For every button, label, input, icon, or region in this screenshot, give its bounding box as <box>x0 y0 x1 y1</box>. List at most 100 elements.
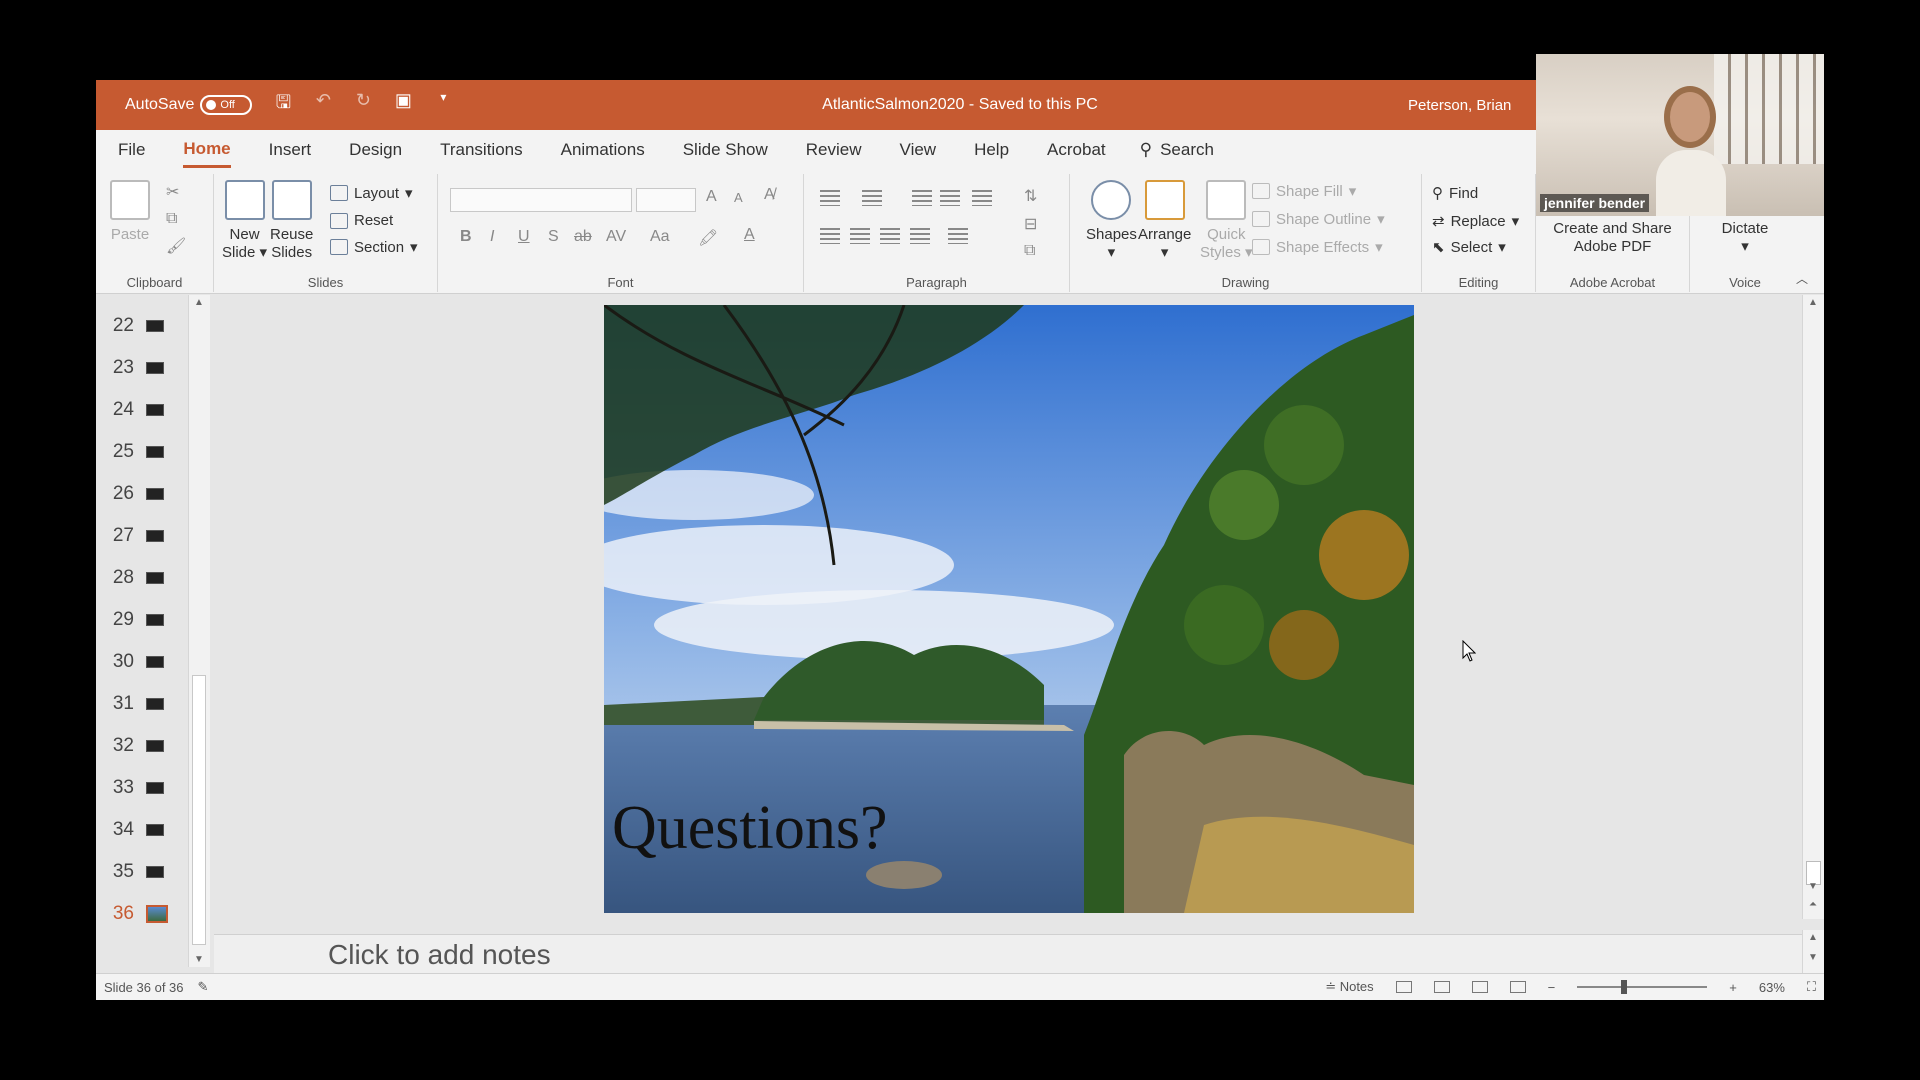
customize-qat-icon[interactable]: ▾ <box>432 90 454 120</box>
align-center-icon[interactable] <box>850 228 870 244</box>
shapes-button[interactable]: Shapes ▾ <box>1086 180 1137 262</box>
new-slide-button[interactable]: New Slide ▾ <box>222 180 267 262</box>
scroll-thumb[interactable] <box>192 675 206 945</box>
tab-view[interactable]: View <box>900 134 937 166</box>
decrease-indent-icon[interactable] <box>912 190 932 206</box>
autosave-toggle[interactable]: Off <box>200 95 253 115</box>
scroll-up-icon[interactable]: ▲ <box>189 297 209 308</box>
zoom-in-icon[interactable]: + <box>1729 980 1737 995</box>
replace-button[interactable]: ⇄ Replace ▾ <box>1432 212 1519 231</box>
tab-transitions[interactable]: Transitions <box>440 134 523 166</box>
reset-button[interactable]: Reset <box>330 212 393 229</box>
notes-scrollbar[interactable]: ▲ ▼ <box>1802 930 1824 974</box>
reuse-slides-button[interactable]: Reuse Slides <box>270 180 313 262</box>
tab-file[interactable]: File <box>118 134 145 166</box>
justify-icon[interactable] <box>910 228 930 244</box>
grow-font-icon[interactable]: A <box>706 188 717 206</box>
align-text-icon[interactable]: ⊟ <box>1024 214 1037 234</box>
increase-indent-icon[interactable] <box>940 190 960 206</box>
slide-title[interactable]: Questions? <box>612 793 888 864</box>
font-size-combo[interactable] <box>636 188 696 212</box>
numbering-icon[interactable] <box>862 190 882 206</box>
strikethrough-button[interactable]: ab <box>574 228 592 246</box>
shape-effects-button[interactable]: Shape Effects ▾ <box>1252 238 1383 256</box>
tab-insert[interactable]: Insert <box>269 134 312 166</box>
line-spacing-icon[interactable] <box>972 190 992 206</box>
normal-view-icon[interactable] <box>1395 981 1412 993</box>
underline-button[interactable]: U <box>518 228 530 246</box>
tab-animations[interactable]: Animations <box>561 134 645 166</box>
scroll-up-icon[interactable]: ▲ <box>1803 297 1823 308</box>
undo-icon[interactable]: ↶ <box>312 90 334 120</box>
columns-icon[interactable] <box>948 228 968 244</box>
shape-outline-icon <box>1252 211 1270 227</box>
clear-formatting-icon[interactable]: A̸ <box>764 186 775 204</box>
align-left-icon[interactable] <box>820 228 840 244</box>
redo-icon[interactable]: ↻ <box>352 90 374 120</box>
align-right-icon[interactable] <box>880 228 900 244</box>
paste-button[interactable]: Paste <box>110 180 150 244</box>
tab-help[interactable]: Help <box>974 134 1009 166</box>
copy-icon[interactable]: ⧉ <box>166 210 177 228</box>
thumbnails-scrollbar[interactable]: ▲ ▼ <box>188 295 210 967</box>
zoom-slider[interactable] <box>1577 980 1708 994</box>
italic-button[interactable]: I <box>490 228 494 246</box>
scroll-down-icon[interactable]: ▼ <box>1803 952 1823 963</box>
fit-to-window-icon[interactable]: ⛶ <box>1807 979 1816 995</box>
tab-slide-show[interactable]: Slide Show <box>683 134 768 166</box>
tab-home[interactable]: Home <box>183 133 231 168</box>
arrange-button[interactable]: Arrange ▾ <box>1138 180 1191 262</box>
character-spacing-button[interactable]: AV <box>606 228 626 246</box>
notes-button[interactable]: ≐ Notes <box>1325 979 1373 995</box>
layout-button[interactable]: Layout ▾ <box>330 184 413 202</box>
zoom-slider-thumb[interactable] <box>1621 980 1628 994</box>
paragraph-group: ⇅ ⊟ ⧉ Paragraph <box>804 174 1070 292</box>
zoom-level[interactable]: 63% <box>1759 980 1785 995</box>
quick-styles-button[interactable]: Quick Styles ▾ <box>1200 180 1253 262</box>
tell-me-search[interactable]: ⚲ Search <box>1140 140 1214 160</box>
current-slide[interactable]: Questions? <box>604 305 1414 913</box>
highlight-icon[interactable]: 🖍 <box>698 228 718 248</box>
slide-scrollbar[interactable]: ▲ ▼ ⏶ <box>1802 295 1824 919</box>
text-direction-icon[interactable]: ⇅ <box>1024 186 1037 206</box>
save-icon[interactable]: 🖫 <box>272 90 294 120</box>
change-case-button[interactable]: Aa <box>650 228 670 246</box>
tab-review[interactable]: Review <box>806 134 862 166</box>
scroll-down-icon[interactable]: ▼ <box>1803 881 1823 892</box>
shape-fill-button[interactable]: Shape Fill ▾ <box>1252 182 1356 200</box>
zoom-out-icon[interactable]: − <box>1548 980 1556 995</box>
scroll-down-icon[interactable]: ▼ <box>189 954 209 965</box>
find-button[interactable]: ⚲ Find <box>1432 184 1478 203</box>
user-name[interactable]: Peterson, Brian <box>1408 97 1511 114</box>
tab-design[interactable]: Design <box>349 134 402 166</box>
bullets-icon[interactable] <box>820 190 840 206</box>
drawing-group: Shapes ▾ Arrange ▾ Quick Styles ▾ Shape Fi… <box>1070 174 1422 292</box>
scroll-up-icon[interactable]: ▲ <box>1803 932 1823 943</box>
collapse-ribbon-icon[interactable]: ︿ <box>1796 270 1808 287</box>
new-slide-icon <box>224 180 265 220</box>
slideshow-view-icon[interactable] <box>1509 981 1526 993</box>
spell-check-icon[interactable]: ✎ <box>198 979 209 995</box>
section-button[interactable]: Section ▾ <box>330 238 418 256</box>
bold-button[interactable]: B <box>460 228 472 246</box>
smartart-icon[interactable]: ⧉ <box>1024 242 1035 260</box>
start-slideshow-icon[interactable]: ▣ <box>392 90 414 120</box>
format-painter-icon[interactable]: 🖌 <box>166 236 186 256</box>
document-name: AtlanticSalmon2020 <box>822 96 965 113</box>
previous-slide-icon[interactable]: ⏶ <box>1803 899 1823 910</box>
shadow-button[interactable]: S <box>548 228 559 246</box>
shape-outline-button[interactable]: Shape Outline ▾ <box>1252 210 1385 228</box>
font-name-combo[interactable] <box>450 188 632 212</box>
paste-icon <box>110 180 150 220</box>
dictate-button[interactable]: Dictate ▾ <box>1690 220 1800 256</box>
reading-view-icon[interactable] <box>1471 981 1488 993</box>
font-color-icon[interactable]: A <box>744 226 755 244</box>
select-button[interactable]: ⬉ Select ▾ <box>1432 238 1506 257</box>
create-share-pdf-button[interactable]: Create and Share Adobe PDF <box>1536 220 1689 256</box>
cut-icon[interactable]: ✂ <box>166 182 179 202</box>
slide-sorter-view-icon[interactable] <box>1433 981 1450 993</box>
autosave[interactable]: AutoSave Off <box>125 95 253 115</box>
notes-pane[interactable]: Click to add notes <box>214 934 1802 974</box>
tab-acrobat[interactable]: Acrobat <box>1047 134 1106 166</box>
shrink-font-icon[interactable]: A <box>734 190 743 205</box>
